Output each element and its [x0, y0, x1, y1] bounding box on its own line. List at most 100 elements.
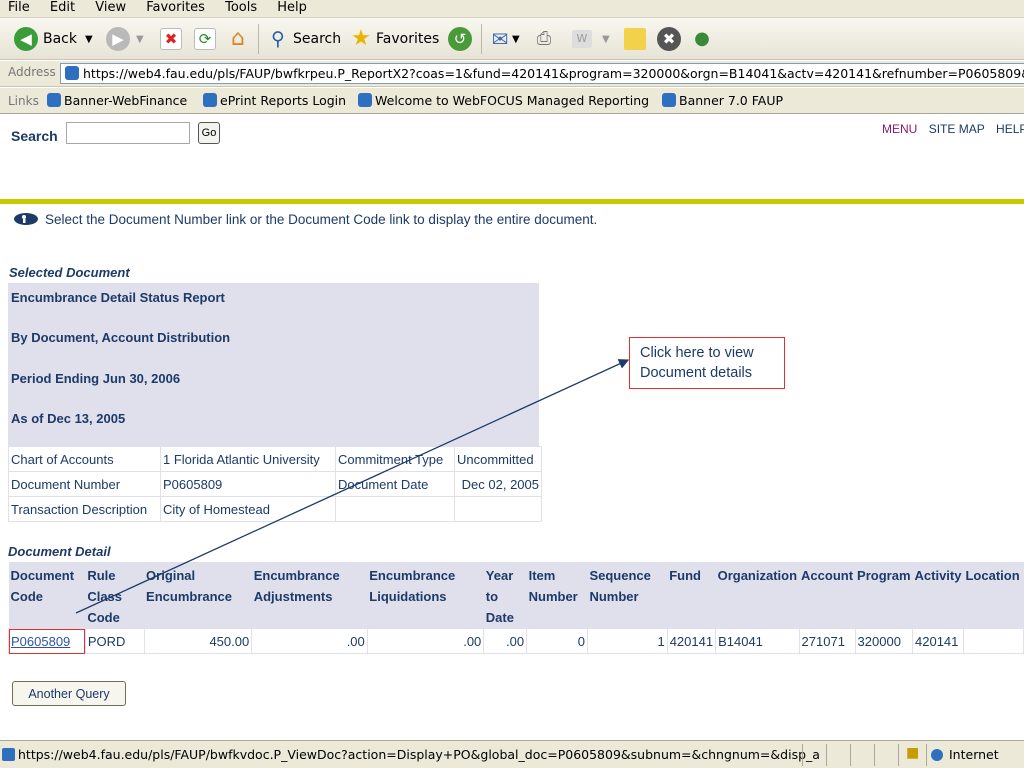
table-cell: .00 [251, 628, 368, 654]
mail-button[interactable]: ✉ ▼ [488, 23, 520, 55]
status-separator [850, 744, 851, 766]
info-label: Chart of Accounts [8, 446, 161, 472]
status-text: https://web4.fau.edu/pls/FAUP/bwfkvdoc.P… [18, 747, 820, 762]
toolbar-separator [481, 24, 482, 54]
history-button[interactable]: ↺ [448, 23, 472, 55]
report-period: Period Ending Jun 30, 2006 [11, 371, 181, 386]
edit-dropdown-icon[interactable]: ▼ [602, 34, 610, 45]
messenger-button[interactable]: ● [690, 23, 714, 55]
address-bar: Address https://web4.fau.edu/pls/FAUP/bw… [0, 61, 1024, 87]
lock-icon: ■ [906, 745, 920, 761]
refresh-icon: ⟳ [194, 28, 216, 50]
search-input[interactable] [66, 122, 190, 144]
status-separator [926, 744, 927, 766]
table-row: Document Number P0605809 Document Date D… [8, 471, 542, 497]
messenger-icon: ● [694, 28, 710, 49]
column-header: Program [855, 562, 913, 629]
info-message: Select the Document Number link or the D… [13, 212, 597, 227]
info-value: P0605809 [160, 471, 336, 497]
word-icon: W [572, 30, 592, 48]
menu-view[interactable]: View [87, 1, 134, 14]
refresh-button[interactable]: ⟳ [194, 23, 216, 55]
table-cell [962, 628, 1024, 654]
document-info-table: Chart of Accounts 1 Florida Atlantic Uni… [8, 446, 542, 522]
status-separator [898, 744, 899, 766]
report-header-block: Encumbrance Detail Status Report By Docu… [8, 283, 539, 446]
top-nav: MENU SITE MAP HELP [882, 122, 1024, 136]
callout-box: Click here to view Document details [629, 337, 785, 389]
page-icon [2, 748, 15, 761]
table-cell: 420141 [666, 628, 717, 654]
stop-icon: ✖ [160, 28, 182, 50]
link-eprint-reports[interactable]: ePrint Reports Login [203, 93, 346, 108]
forward-button[interactable]: ▶ ▼ [106, 23, 144, 55]
report-as-of: As of Dec 13, 2005 [11, 411, 126, 426]
edit-button[interactable]: W ▼ [572, 23, 610, 55]
column-header: Encumbrance Adjustments [251, 562, 368, 629]
home-button[interactable]: ⌂ [226, 23, 250, 55]
menu-tools[interactable]: Tools [217, 1, 265, 14]
menu-link[interactable]: MENU [882, 122, 917, 136]
column-header: Document Code [8, 562, 86, 629]
address-url: https://web4.fau.edu/pls/FAUP/bwfkrpeu.P… [83, 66, 1024, 81]
status-separator [874, 744, 875, 766]
menu-edit[interactable]: Edit [42, 1, 83, 14]
info-label: Document Number [8, 471, 161, 497]
links-label: Links [8, 94, 39, 108]
discuss-button[interactable] [624, 23, 646, 55]
info-value: Uncommitted [454, 446, 542, 472]
stop-button[interactable]: ✖ [160, 23, 182, 55]
info-value [454, 496, 542, 522]
table-cell: 420141 [912, 628, 964, 654]
address-input[interactable]: https://web4.fau.edu/pls/FAUP/bwfkrpeu.P… [60, 63, 1024, 84]
link-banner-webfinance[interactable]: Banner-WebFinance [47, 93, 187, 108]
search-button[interactable]: ⚲ Search [266, 23, 341, 55]
go-button[interactable]: Go [198, 122, 220, 144]
table-cell: 1 [586, 628, 668, 654]
table-cell: .00 [483, 628, 528, 654]
column-header: Item Number [526, 562, 588, 629]
search-label: Search [11, 128, 58, 144]
table-cell: 450.00 [143, 628, 253, 654]
link-label: Banner-WebFinance [64, 93, 188, 108]
site-map-link[interactable]: SITE MAP [929, 122, 985, 136]
table-row: Chart of Accounts 1 Florida Atlantic Uni… [8, 446, 542, 472]
research-icon: ✖ [657, 27, 681, 51]
back-dropdown-icon[interactable]: ▼ [85, 34, 93, 45]
document-detail-table: Document Code Rule Class Code Original E… [8, 562, 1024, 654]
info-value: Dec 02, 2005 [454, 471, 542, 497]
table-cell: B14041 [715, 628, 800, 654]
forward-dropdown-icon[interactable]: ▼ [136, 34, 144, 45]
links-bar: Links Banner-WebFinance ePrint Reports L… [0, 88, 1024, 114]
menu-bar: File Edit View Favorites Tools Help [0, 0, 1024, 18]
link-banner-faup[interactable]: Banner 7.0 FAUP [662, 93, 783, 108]
column-header: Original Encumbrance [144, 562, 252, 629]
info-value: 1 Florida Atlantic University [160, 446, 336, 472]
mail-dropdown-icon[interactable]: ▼ [512, 34, 520, 45]
column-header: Fund [667, 562, 716, 629]
document-code-link[interactable]: P0605809 [11, 634, 70, 649]
link-label: Banner 7.0 FAUP [679, 93, 784, 108]
report-title: Encumbrance Detail Status Report [11, 290, 225, 305]
link-webfocus[interactable]: Welcome to WebFOCUS Managed Reporting [358, 93, 649, 108]
research-button[interactable]: ✖ [657, 23, 681, 55]
back-button[interactable]: ◀ Back ▼ [14, 23, 93, 55]
ie-page-icon [358, 93, 372, 107]
favorites-button[interactable]: ★ Favorites [349, 23, 439, 55]
info-label [335, 496, 455, 522]
menu-file[interactable]: File [0, 1, 38, 14]
page-icon [65, 66, 79, 80]
menu-favorites[interactable]: Favorites [138, 1, 213, 14]
back-label: Back [43, 31, 77, 47]
mail-icon: ✉ [491, 27, 509, 51]
print-button[interactable]: ⎙ [532, 23, 556, 55]
menu-help[interactable]: Help [269, 1, 315, 14]
table-header-row: Document Code Rule Class Code Original E… [8, 562, 1024, 629]
help-link[interactable]: HELP [996, 122, 1024, 136]
column-header: Encumbrance Liquidations [367, 562, 484, 629]
table-row: Transaction Description City of Homestea… [8, 496, 542, 522]
info-label: Document Date [335, 471, 455, 497]
report-subtitle: By Document, Account Distribution [11, 330, 231, 345]
search-label: Search [293, 31, 342, 47]
another-query-button[interactable]: Another Query [12, 681, 126, 706]
